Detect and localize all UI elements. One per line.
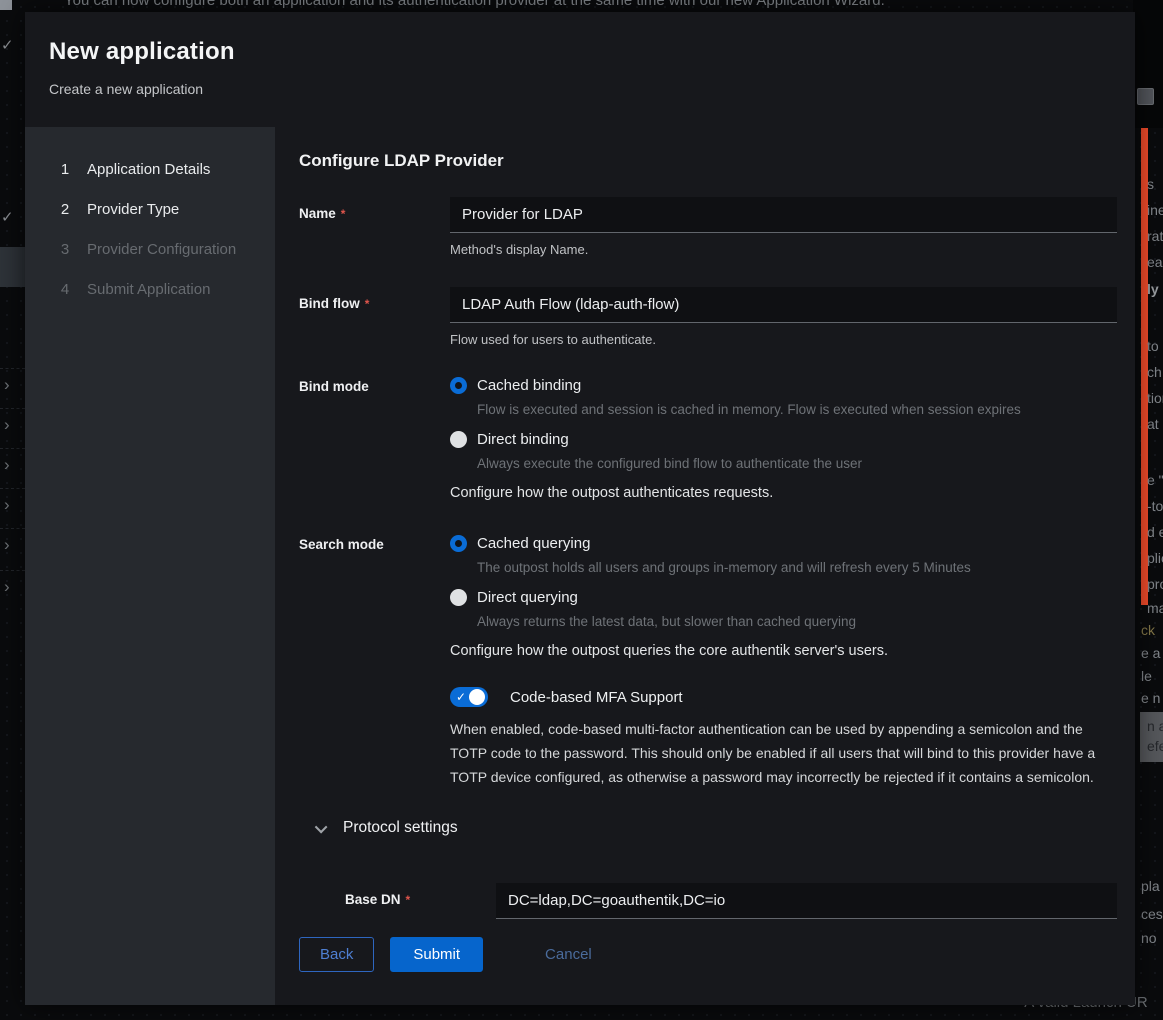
wizard-announcement-banner: You can now configure both an applicatio… (64, 0, 1124, 9)
bind-flow-select[interactable] (450, 287, 1117, 323)
background-fragment: plic (1147, 550, 1163, 566)
chevron-right-icon[interactable]: › (4, 578, 10, 595)
modal-header: New application Create a new application (25, 12, 1135, 127)
app-sidebar-edge: ✓ ✓ › › › › › › (0, 0, 25, 1020)
background-docs-edge: s ine rat ea ly a to ch tion at e "o -to… (1133, 0, 1163, 1020)
background-fragment: pro (1147, 576, 1163, 592)
toggle-knob (469, 689, 485, 705)
required-asterisk: * (341, 207, 346, 221)
cancel-link[interactable]: Cancel (545, 946, 592, 963)
bind-mode-field-row: Bind mode Cached binding Flow is execute… (299, 377, 1117, 501)
radio-selected-icon[interactable] (450, 377, 467, 394)
background-fragment: ch (1147, 364, 1162, 380)
bind-mode-direct-desc: Always execute the configured bind flow … (477, 456, 1117, 471)
name-label: Name* (299, 197, 450, 257)
search-mode-direct-desc: Always returns the latest data, but slow… (477, 614, 1117, 629)
section-title: Configure LDAP Provider (299, 151, 1117, 171)
chevron-down-icon (315, 820, 328, 833)
mfa-toggle[interactable]: ✓ (450, 687, 488, 707)
protocol-settings-title: Protocol settings (343, 819, 458, 837)
base-dn-label: Base DN* (345, 883, 496, 919)
modal-footer: Back Submit Cancel (299, 919, 1117, 989)
background-fragment: ly a (1147, 281, 1163, 297)
check-icon: ✓ (1, 208, 14, 226)
bind-mode-label: Bind mode (299, 377, 450, 501)
background-fragment: no (1141, 930, 1157, 946)
base-dn-field-row: Base DN* (345, 883, 1117, 919)
modal-subtitle: Create a new application (49, 81, 1111, 97)
search-mode-cached-option[interactable]: Cached querying (450, 535, 1117, 552)
background-fragment: e a (1141, 645, 1160, 661)
chevron-right-icon[interactable]: › (4, 416, 10, 433)
background-fragment: ck (1141, 622, 1155, 638)
bind-mode-cached-desc: Flow is executed and session is cached i… (477, 402, 1117, 417)
wizard-step-submit-application: 4 Submit Application (25, 269, 275, 309)
wizard-step-provider-configuration: 3 Provider Configuration (25, 229, 275, 269)
background-fragment: pla (1141, 878, 1160, 894)
required-asterisk: * (406, 893, 411, 907)
background-fragment: -to (1147, 498, 1163, 514)
check-icon: ✓ (1, 36, 14, 54)
background-fragment: tion (1147, 390, 1163, 406)
wizard-step-provider-type[interactable]: 2 Provider Type (25, 189, 275, 229)
search-mode-direct-option[interactable]: Direct querying (450, 589, 1117, 606)
background-fragment: ea (1147, 254, 1163, 270)
radio-unselected-icon[interactable] (450, 431, 467, 448)
new-application-modal: New application Create a new application… (25, 12, 1135, 1005)
name-input[interactable] (450, 197, 1117, 233)
submit-button[interactable]: Submit (390, 937, 483, 972)
search-mode-help: Configure how the outpost queries the co… (450, 643, 1117, 659)
background-fragment: e "o (1147, 472, 1163, 488)
radio-selected-icon[interactable] (450, 535, 467, 552)
wizard-steps-sidebar: 1 Application Details 2 Provider Type 3 … (25, 127, 275, 1005)
back-button[interactable]: Back (299, 937, 374, 972)
mfa-field-row: ✓ Code-based MFA Support When enabled, c… (299, 687, 1117, 789)
bind-mode-help: Configure how the outpost authenticates … (450, 485, 1117, 501)
background-highlight-box: n a efe (1140, 712, 1163, 762)
background-fragment: le (1141, 668, 1152, 684)
bind-mode-direct-option[interactable]: Direct binding (450, 431, 1117, 448)
required-asterisk: * (365, 297, 370, 311)
background-fragment: ces (1141, 906, 1163, 922)
chevron-right-icon[interactable]: › (4, 376, 10, 393)
radio-unselected-icon[interactable] (450, 589, 467, 606)
background-fragment: at (1147, 416, 1159, 432)
bind-flow-label: Bind flow* (299, 287, 450, 347)
check-icon: ✓ (456, 688, 466, 706)
name-field-row: Name* Method's display Name. (299, 197, 1117, 257)
mfa-toggle-label: Code-based MFA Support (510, 689, 683, 706)
background-fragment: to (1147, 338, 1159, 354)
name-help: Method's display Name. (450, 242, 1117, 257)
background-fragment: rat (1147, 228, 1163, 244)
chevron-right-icon[interactable]: › (4, 496, 10, 513)
chevron-right-icon[interactable]: › (4, 456, 10, 473)
background-fragment: ma (1147, 600, 1163, 616)
sidebar-active-item[interactable] (0, 247, 25, 287)
background-fragment: d e (1147, 524, 1163, 540)
sidebar-logo-fragment (0, 0, 12, 10)
background-fragment: e n (1141, 690, 1160, 706)
bind-flow-field-row: Bind flow* Flow used for users to authen… (299, 287, 1117, 347)
wizard-step-application-details[interactable]: 1 Application Details (25, 149, 275, 189)
protocol-settings-expander[interactable]: Protocol settings (299, 819, 1117, 837)
bind-flow-help: Flow used for users to authenticate. (450, 332, 1117, 347)
base-dn-input[interactable] (496, 883, 1117, 919)
search-mode-cached-desc: The outpost holds all users and groups i… (477, 560, 1117, 575)
bind-mode-cached-option[interactable]: Cached binding (450, 377, 1117, 394)
background-fragment: ine (1147, 202, 1163, 218)
wizard-content: Configure LDAP Provider Name* Method's d… (275, 127, 1135, 1005)
chevron-right-icon[interactable]: › (4, 536, 10, 553)
mfa-description: When enabled, code-based multi-factor au… (450, 717, 1110, 789)
search-mode-field-row: Search mode Cached querying The outpost … (299, 535, 1117, 659)
background-fragment: s (1147, 176, 1154, 192)
modal-title: New application (49, 38, 1111, 66)
background-button-fragment (1137, 88, 1154, 105)
search-mode-label: Search mode (299, 535, 450, 659)
